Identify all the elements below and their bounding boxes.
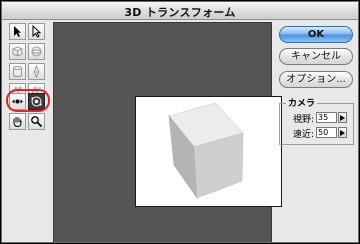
dolly-label: 遠近: bbox=[292, 130, 314, 140]
hand-tool-button[interactable] bbox=[9, 113, 26, 130]
selection-arrow-tool-button[interactable] bbox=[9, 23, 26, 40]
direct-selection-tool-button[interactable] bbox=[28, 23, 45, 40]
title-bar[interactable]: 3D トランスフォーム bbox=[2, 2, 358, 20]
cylinder-tool-button[interactable] bbox=[9, 63, 26, 80]
triangle-right-icon bbox=[340, 129, 345, 136]
cube-tool-button[interactable] bbox=[9, 43, 26, 60]
pen-icon bbox=[33, 65, 40, 78]
dialog-title: 3D トランスフォーム bbox=[124, 6, 236, 19]
cylinder-icon bbox=[13, 66, 22, 77]
fov-field[interactable]: 35 bbox=[316, 112, 337, 123]
sphere-icon bbox=[31, 46, 42, 57]
ok-button[interactable]: OK bbox=[279, 26, 353, 43]
hand-icon bbox=[13, 117, 22, 128]
sphere-tool-button[interactable] bbox=[28, 43, 45, 60]
triangle-right-icon bbox=[340, 114, 345, 121]
preview-area[interactable] bbox=[53, 22, 282, 242]
tool-highlight-ring bbox=[6, 89, 50, 112]
cube-preview bbox=[168, 102, 244, 200]
preview-canvas[interactable] bbox=[135, 96, 282, 207]
fov-dropdown[interactable] bbox=[338, 112, 347, 123]
zoom-tool-button[interactable] bbox=[28, 113, 45, 130]
magnifier-icon bbox=[31, 116, 43, 128]
options-button[interactable]: オプション... bbox=[279, 71, 353, 88]
hollow-arrow-icon bbox=[32, 25, 42, 38]
3d-transform-dialog: 3D トランスフォーム OK キャンセル オプション... カメラ 視野: 35… bbox=[1, 1, 359, 243]
dolly-field[interactable]: 50 bbox=[316, 127, 337, 138]
cube-icon bbox=[12, 46, 23, 57]
convert-anchor-tool-button[interactable] bbox=[28, 63, 45, 80]
arrow-icon bbox=[14, 26, 21, 37]
fov-label: 視野: bbox=[292, 115, 314, 125]
cancel-button[interactable]: キャンセル bbox=[279, 48, 353, 65]
camera-group-label: カメラ bbox=[286, 96, 318, 109]
dolly-dropdown[interactable] bbox=[338, 127, 347, 138]
